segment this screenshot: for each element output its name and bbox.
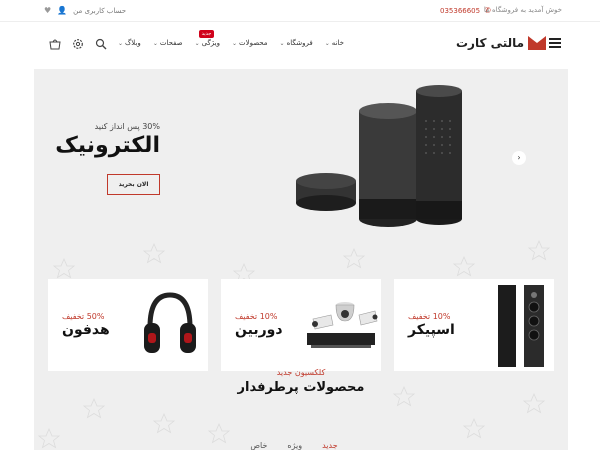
chevron-down-icon: ⌄ xyxy=(231,40,237,47)
chevron-down-icon: ⌄ xyxy=(279,40,285,47)
shop-now-button[interactable]: الان بخرید xyxy=(107,174,160,195)
card-title: هدفون xyxy=(62,322,110,338)
nav-label: وبلاگ xyxy=(125,39,141,47)
tab-exclusive[interactable]: خاص xyxy=(250,441,267,450)
hamburger-bar xyxy=(549,38,561,40)
gear-icon-svg xyxy=(73,39,83,49)
site-logo[interactable]: مالتی کارت xyxy=(456,36,547,50)
top-bar: ♥ 👤 حساب کاربری من 035366605 ✆ خوش آمدید… xyxy=(0,0,600,22)
nav-item-features[interactable]: جدید ویژگی⌄ xyxy=(194,30,220,47)
user-icon: 👤 xyxy=(57,6,68,15)
card-title: اسپیکر xyxy=(408,322,455,338)
account-link[interactable]: حساب کاربری من xyxy=(73,7,126,15)
tower-speaker-image xyxy=(498,285,544,367)
main-nav: خانه⌄ فروشگاه⌄ محصولات⌄ جدید ویژگی⌄ صفحات… xyxy=(118,30,344,47)
security-camera-image xyxy=(307,302,378,348)
search-icon[interactable] xyxy=(94,38,108,53)
logo-text: مالتی کارت xyxy=(456,36,525,50)
new-badge: جدید xyxy=(198,30,215,38)
header-icons xyxy=(48,38,108,53)
category-card-headphones[interactable]: 50% تخفیف هدفون xyxy=(48,279,208,371)
welcome-text: خوش آمدید به فروشگاه ما xyxy=(483,6,562,14)
collection-title: محصولات پرطرفدار xyxy=(237,380,365,395)
heart-icon[interactable]: ♥ xyxy=(44,6,51,15)
basket-icon-svg xyxy=(49,39,61,50)
phone-number[interactable]: 035366605 xyxy=(440,7,480,15)
hamburger-bar xyxy=(549,42,561,44)
hero-title: الکترونیک xyxy=(55,133,160,158)
nav-label: ویژگی xyxy=(201,39,220,47)
category-card-camera[interactable]: 10% تخفیف دوربین xyxy=(221,279,381,371)
hamburger-menu-icon[interactable] xyxy=(549,38,561,48)
nav-item-shop[interactable]: فروشگاه⌄ xyxy=(280,39,313,47)
card-discount: 50% تخفیف xyxy=(62,312,105,321)
tab-new[interactable]: جدید xyxy=(322,441,338,450)
nav-item-products[interactable]: محصولات⌄ xyxy=(232,39,268,47)
hero-subtitle: 30% پس انداز کنید xyxy=(94,122,160,131)
slider-next-arrow[interactable]: › xyxy=(512,151,526,165)
nav-label: محصولات xyxy=(239,39,268,47)
main-content: 30% پس انداز کنید الکترونیک الان بخرید ›… xyxy=(34,69,568,450)
search-icon-svg xyxy=(95,38,107,50)
basket-icon[interactable] xyxy=(48,38,62,53)
nav-item-home[interactable]: خانه⌄ xyxy=(325,39,344,47)
logo-mark-icon xyxy=(528,36,547,50)
gear-icon[interactable] xyxy=(71,38,85,53)
chevron-down-icon: ⌄ xyxy=(194,40,200,47)
card-discount: 10% تخفیف xyxy=(408,312,451,321)
headphones-image xyxy=(144,292,196,353)
nav-label: فروشگاه xyxy=(286,39,313,47)
nav-item-pages[interactable]: صفحات⌄ xyxy=(153,39,183,47)
card-discount: 10% تخفیف xyxy=(235,312,278,321)
main-header: خانه⌄ فروشگاه⌄ محصولات⌄ جدید ویژگی⌄ صفحات… xyxy=(0,22,600,69)
tab-special[interactable]: ویژه xyxy=(287,441,302,450)
chevron-down-icon: ⌄ xyxy=(152,40,158,47)
nav-label: خانه xyxy=(331,39,344,47)
nav-label: صفحات xyxy=(159,39,183,47)
card-title: دوربین xyxy=(235,322,283,338)
hamburger-bar xyxy=(549,46,561,48)
nav-item-blog[interactable]: وبلاگ⌄ xyxy=(118,39,141,47)
product-tabs: جدید ویژه خاص xyxy=(214,441,374,450)
chevron-down-icon: ⌄ xyxy=(324,40,330,47)
smart-speakers-image xyxy=(296,85,462,227)
chevron-down-icon: ⌄ xyxy=(118,40,124,47)
category-card-speaker[interactable]: 10% تخفیف اسپیکر xyxy=(394,279,554,371)
collection-subtitle: کلکسیون جدید xyxy=(276,368,326,377)
account-area: ♥ 👤 حساب کاربری من xyxy=(44,6,126,15)
